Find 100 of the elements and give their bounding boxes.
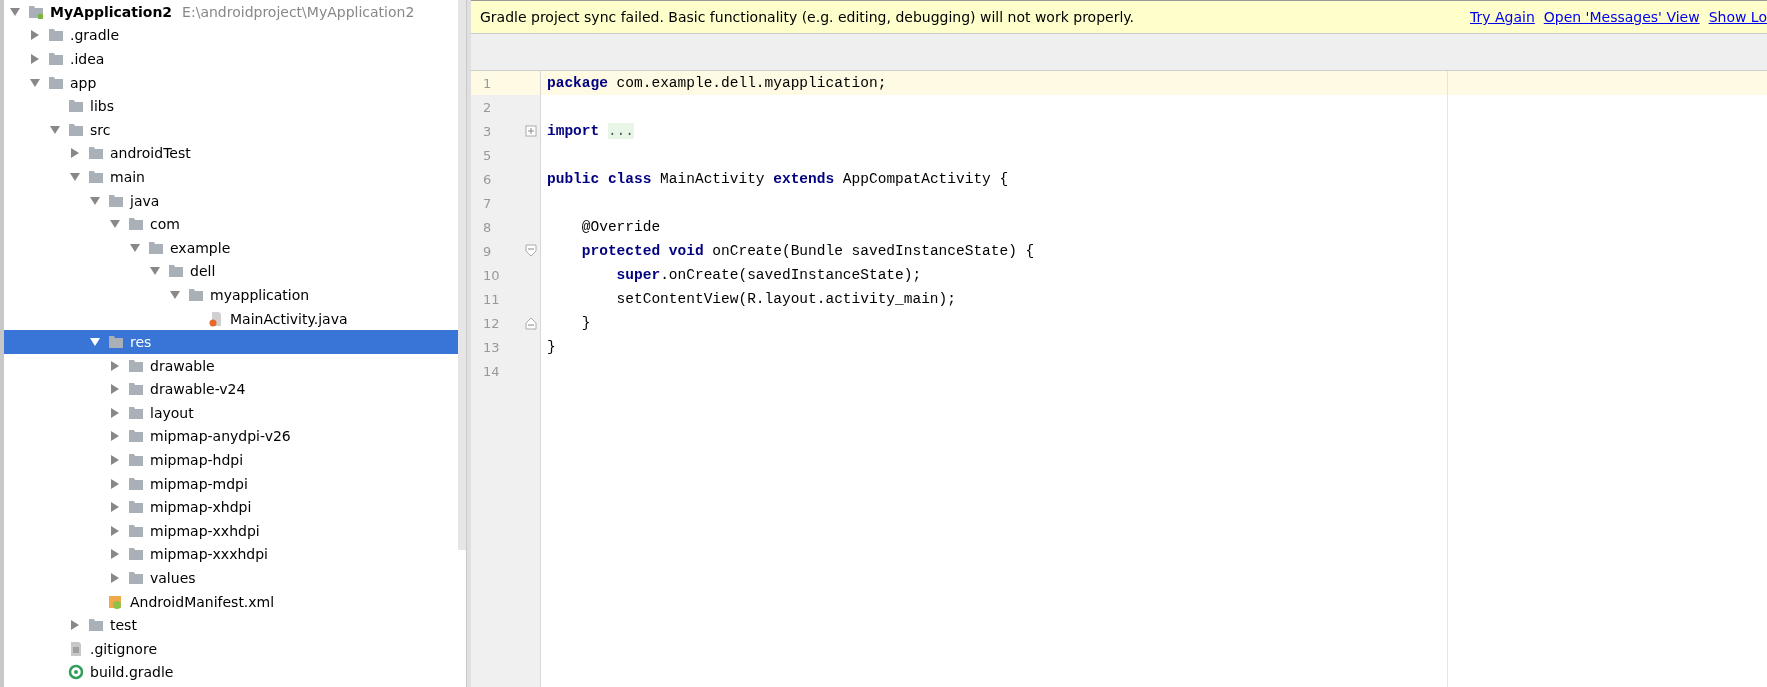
code-line: @Override [580,219,661,235]
tree-item[interactable]: values [4,566,458,590]
folder-icon [108,192,124,209]
tree-item-label: myapplication [210,286,310,303]
tree-item-label: res [130,334,152,351]
tree-item[interactable]: example [4,235,458,260]
tree-item[interactable]: mipmap-xxhdpi [4,519,458,543]
expand-arrow-icon[interactable] [90,337,100,348]
collapse-arrow-icon[interactable] [110,525,120,536]
tree-item[interactable]: MyApplication2 E:\androidproject\MyApplication2 [4,0,458,24]
tree-item[interactable]: app [4,70,458,95]
expand-arrow-icon[interactable] [110,219,120,230]
tree-item-label: mipmap-xxhdpi [150,522,260,539]
folder-icon [128,522,144,539]
expand-arrow-icon[interactable] [50,124,60,135]
collapse-arrow-icon[interactable] [30,30,40,41]
fold-plus-icon[interactable] [525,124,537,138]
collapse-arrow-icon[interactable] [30,54,40,64]
tree-item-label: libs [90,98,114,115]
notification-link[interactable]: Try Again [1469,9,1535,25]
folder-icon [68,121,84,138]
tree-item[interactable]: test [4,613,458,638]
tree-item[interactable]: mipmap-anydpi-v26 [4,424,458,449]
expand-arrow-icon[interactable] [130,242,140,253]
tree-item[interactable]: drawable [4,353,458,378]
collapse-arrow-icon[interactable] [110,478,120,489]
line-number: 10 [482,267,501,283]
code-line: super.onCreate(savedInstanceState); [615,267,922,283]
tree-item[interactable]: res [4,330,458,354]
expand-arrow-icon[interactable] [10,6,20,17]
text-file-icon [68,640,84,657]
notification-link[interactable]: Show Lo [1708,9,1767,25]
tree-item-label: drawable-v24 [150,381,246,398]
collapse-arrow-icon[interactable] [70,620,80,631]
folder-icon [48,51,64,67]
collapse-arrow-icon[interactable] [110,573,120,584]
collapse-arrow-icon[interactable] [110,360,120,371]
expand-arrow-icon[interactable] [170,289,180,300]
tree-item[interactable]: main [4,165,458,189]
tree-item[interactable]: src [4,117,458,142]
folder-icon [128,428,144,445]
collapse-arrow-icon[interactable] [70,148,80,159]
collapse-arrow-icon[interactable] [110,502,120,513]
folder-icon [48,27,64,44]
expand-arrow-icon[interactable] [70,171,80,182]
code-line: protected void onCreate(Bundle savedInstanceState) { [580,243,1035,259]
folder-icon [88,617,104,634]
tree-item[interactable]: layout [4,401,458,425]
line-number: 12 [482,315,501,331]
line-number: 5 [482,147,493,163]
collapse-arrow-icon[interactable] [110,455,120,466]
tree-item[interactable]: drawable-v24 [4,377,458,402]
project-name: MyApplication2 [50,3,173,20]
folder-icon [128,357,144,374]
collapse-arrow-icon[interactable] [110,407,120,418]
collapse-arrow-icon[interactable] [110,549,120,560]
tree-item-label: mipmap-hdpi [150,452,244,469]
tree-item-label: main [110,168,145,185]
tree-item[interactable]: mipmap-hdpi [4,448,458,472]
tree-item[interactable]: libs [4,94,458,118]
expand-arrow-icon[interactable] [30,77,40,88]
tree-item-label: .gitignore [90,640,157,657]
line-number: 3 [482,123,493,139]
tree-item[interactable]: mipmap-mdpi [4,471,458,496]
fold-end-icon[interactable] [525,316,537,330]
tree-item[interactable]: .gitignore [4,637,458,661]
code-line: import ... [546,123,635,139]
fold-start-icon[interactable] [525,244,537,258]
tree-item[interactable]: .gradle [4,23,458,48]
collapse-arrow-icon[interactable] [110,431,120,442]
manifest-file-icon [108,593,124,610]
tree-item[interactable]: AndroidManifest.xml [4,589,458,614]
tree-item-label: example [170,239,231,256]
code-line: } [580,315,591,331]
notification-link[interactable]: Open 'Messages' View [1543,9,1700,25]
expand-arrow-icon[interactable] [150,266,160,277]
line-number: 6 [482,171,493,187]
tree-item[interactable]: java [4,188,458,213]
tree-item[interactable]: build.gradle [4,660,458,685]
tree-item[interactable]: MainActivity.java [4,306,458,331]
line-number: 13 [482,339,501,355]
tree-item[interactable]: myapplication [4,283,458,307]
tree-item[interactable]: mipmap-xxxhdpi [4,542,458,567]
module-folder-icon [28,3,44,20]
line-number: 14 [482,363,501,379]
collapse-arrow-icon[interactable] [110,384,120,395]
tree-item-label: test [110,617,137,634]
tree-item-label: dell [190,263,216,280]
scrollbar[interactable] [458,0,466,550]
project-path: E:\androidproject\MyApplication2 [182,3,415,20]
folder-icon [128,475,144,492]
folder-icon [128,381,144,398]
tree-item[interactable]: androidTest [4,141,458,166]
expand-arrow-icon[interactable] [90,195,100,206]
line-number: 7 [482,195,493,211]
line-number: 9 [482,243,493,259]
tree-item[interactable]: mipmap-xhdpi [4,495,458,520]
tree-item[interactable]: com [4,212,458,236]
tree-item[interactable]: dell [4,259,458,284]
tree-item[interactable]: .idea [4,47,458,71]
